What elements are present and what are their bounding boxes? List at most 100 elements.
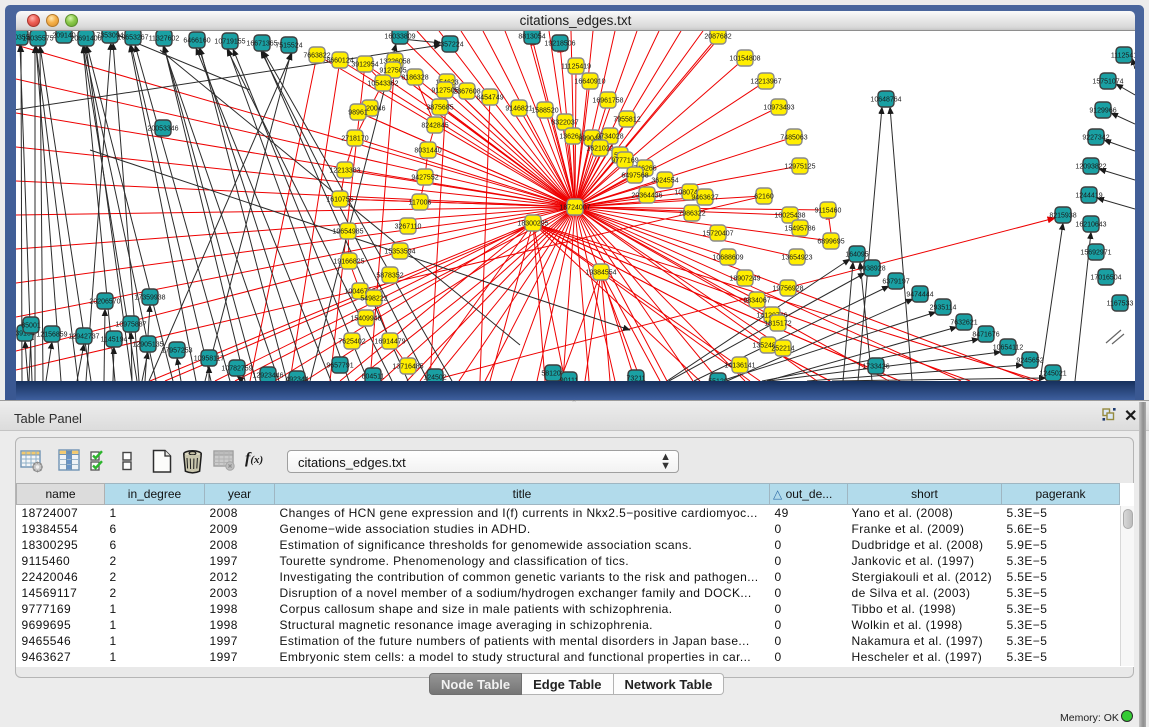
svg-text:10975887: 10975887 <box>115 322 146 329</box>
svg-text:16033809: 16033809 <box>384 34 415 41</box>
svg-text:98961: 98961 <box>348 110 368 117</box>
svg-text:2718170: 2718170 <box>341 136 368 143</box>
svg-text:9474444: 9474444 <box>906 292 933 299</box>
svg-text:16671365: 16671365 <box>246 41 277 48</box>
svg-text:9115460: 9115460 <box>815 208 842 215</box>
svg-text:10654112: 10654112 <box>993 345 1024 352</box>
svg-text:19166825: 19166825 <box>333 259 364 266</box>
svg-text:15353594: 15353594 <box>384 249 415 256</box>
svg-text:1621022: 1621022 <box>586 146 613 153</box>
svg-text:8031440: 8031440 <box>414 148 441 155</box>
svg-text:13716485: 13716485 <box>392 364 423 371</box>
svg-text:15495786: 15495786 <box>784 226 815 233</box>
svg-text:15751074: 15751074 <box>1092 79 1123 86</box>
svg-text:6379197: 6379197 <box>882 279 909 286</box>
svg-text:7955812: 7955812 <box>613 117 640 124</box>
svg-text:16914479: 16914479 <box>374 339 405 346</box>
svg-text:7515524: 7515524 <box>275 43 302 50</box>
svg-text:8471676: 8471676 <box>972 332 999 339</box>
svg-text:9463627: 9463627 <box>691 195 718 202</box>
svg-text:6466160: 6466160 <box>183 38 210 45</box>
svg-text:62160: 62160 <box>754 194 774 201</box>
svg-text:7986322: 7986322 <box>678 211 705 218</box>
svg-text:1167533: 1167533 <box>1107 301 1134 308</box>
svg-text:1815172: 1815172 <box>764 321 791 328</box>
svg-text:85001: 85001 <box>21 323 41 330</box>
svg-text:117006: 117006 <box>409 200 432 207</box>
svg-text:9129966: 9129966 <box>1089 108 1116 115</box>
svg-text:12213383: 12213383 <box>329 168 360 175</box>
svg-text:8322037: 8322037 <box>551 120 578 127</box>
svg-text:1145194: 1145194 <box>101 337 128 344</box>
svg-text:9127505: 9127505 <box>379 68 406 75</box>
svg-text:8215938: 8215938 <box>1049 213 1076 220</box>
svg-text:13654923: 13654923 <box>781 255 812 262</box>
svg-text:10782759: 10782759 <box>221 366 252 373</box>
svg-text:19218506: 19218506 <box>544 41 575 48</box>
svg-text:14035575: 14035575 <box>22 36 53 43</box>
svg-text:20206570: 20206570 <box>89 299 120 306</box>
svg-text:7632621: 7632621 <box>950 320 977 327</box>
svg-text:5498222: 5498222 <box>360 296 387 303</box>
svg-text:7625402: 7625402 <box>338 339 365 346</box>
svg-text:19384554: 19384554 <box>585 270 616 277</box>
svg-text:8454749: 8454749 <box>476 95 503 102</box>
svg-text:11125419: 11125419 <box>561 64 591 71</box>
svg-text:3875685: 3875685 <box>426 105 453 112</box>
svg-text:8186328: 8186328 <box>401 75 428 82</box>
svg-text:18907249: 18907249 <box>729 276 760 283</box>
svg-text:15409948: 15409948 <box>350 316 381 323</box>
svg-text:9427552: 9427552 <box>411 175 438 182</box>
svg-text:3912954: 3912954 <box>351 62 378 69</box>
svg-text:2935114: 2935114 <box>930 305 957 312</box>
svg-text:10719155: 10719155 <box>214 39 245 46</box>
svg-text:12156859: 12156859 <box>36 332 67 339</box>
svg-text:2087682: 2087682 <box>704 34 731 41</box>
svg-text:8660124: 8660124 <box>326 58 353 65</box>
svg-text:8813054: 8813054 <box>518 34 545 41</box>
svg-text:20364436: 20364436 <box>631 193 662 200</box>
svg-text:6899695: 6899695 <box>817 239 844 246</box>
svg-text:20053346: 20053346 <box>147 126 178 133</box>
svg-text:16961758: 16961758 <box>592 98 623 105</box>
svg-text:17957253: 17957253 <box>161 348 192 355</box>
svg-text:10958117: 10958117 <box>194 356 225 363</box>
svg-text:1245021: 1245021 <box>1039 371 1066 378</box>
svg-text:9227342: 9227342 <box>1082 135 1109 142</box>
svg-text:3267110: 3267110 <box>395 224 422 231</box>
svg-text:19654985: 19654985 <box>332 229 363 236</box>
svg-text:18724007: 18724007 <box>559 205 590 212</box>
svg-text:12093822: 12093822 <box>1075 164 1106 171</box>
svg-text:17016504: 17016504 <box>1090 275 1121 282</box>
svg-text:12975125: 12975125 <box>784 164 815 171</box>
svg-text:5878352: 5878352 <box>376 273 403 280</box>
svg-text:10688609: 10688609 <box>712 255 743 262</box>
svg-text:16640910: 16640910 <box>574 79 605 86</box>
svg-text:8242845: 8242845 <box>421 123 448 130</box>
svg-text:1244419: 1244419 <box>1075 193 1102 200</box>
svg-text:14136141: 14136141 <box>724 363 755 370</box>
svg-text:15720407: 15720407 <box>702 231 733 238</box>
svg-text:9146821: 9146821 <box>505 106 532 113</box>
svg-text:164095: 164095 <box>845 252 868 259</box>
svg-text:1610755: 1610755 <box>326 197 353 204</box>
svg-text:15692971: 15692971 <box>1080 250 1111 257</box>
svg-text:16210643: 16210643 <box>1075 222 1106 229</box>
svg-text:10973493: 10973493 <box>763 105 794 112</box>
svg-text:6497568: 6497568 <box>621 173 648 180</box>
svg-text:12923446: 12923446 <box>252 373 283 380</box>
svg-text:10653267: 10653267 <box>117 35 148 42</box>
svg-text:9657791: 9657791 <box>326 363 353 370</box>
svg-text:1588520: 1588520 <box>531 108 558 115</box>
svg-text:7357224: 7357224 <box>436 42 463 49</box>
svg-text:9777169: 9777169 <box>611 158 638 165</box>
svg-text:10648764: 10648764 <box>870 97 901 104</box>
svg-text:11327602: 11327602 <box>149 36 180 43</box>
svg-text:804511: 804511 <box>362 374 385 381</box>
svg-text:10025438: 10025438 <box>774 213 805 220</box>
svg-text:10543362: 10543362 <box>367 81 398 88</box>
svg-text:17359938: 17359938 <box>134 295 165 302</box>
svg-text:12213967: 12213967 <box>750 79 781 86</box>
svg-text:18300295: 18300295 <box>517 221 548 228</box>
svg-text:9245652: 9245652 <box>1016 358 1043 365</box>
